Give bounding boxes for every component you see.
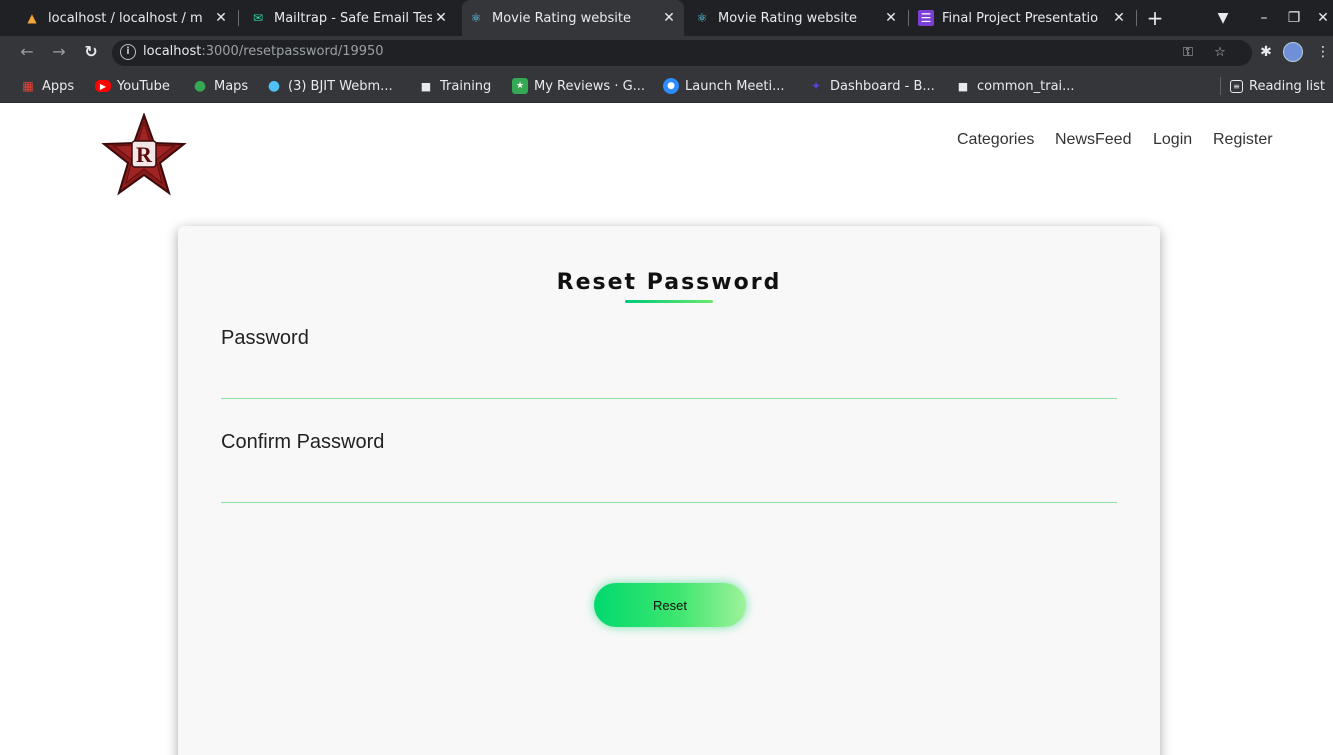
react-icon: ⚛ (470, 11, 482, 25)
tab-divider (908, 10, 909, 26)
bookmark-label: Maps (214, 78, 249, 94)
tab-title: Mailtrap - Safe Email Tes (274, 10, 432, 26)
key-icon[interactable]: ⚿ (1178, 43, 1198, 63)
password-input[interactable] (221, 365, 1117, 399)
close-icon[interactable]: ✕ (660, 10, 678, 26)
tab-phpmyadmin[interactable]: ▲ localhost / localhost / m ✕ (18, 0, 236, 36)
tab-title: Final Project Presentatio (942, 10, 1099, 26)
apps-grid-icon: ▦ (22, 79, 34, 93)
confirm-password-input[interactable] (221, 469, 1117, 503)
nav-newsfeed[interactable]: NewsFeed (1055, 129, 1131, 151)
nav-register[interactable]: Register (1213, 129, 1273, 151)
url-host: localhost (143, 44, 202, 59)
bookmark-label: Launch Meeti... (685, 78, 785, 94)
nav-register-link[interactable]: Register (1213, 131, 1273, 149)
reading-list-icon: ≡ (1230, 79, 1243, 93)
bookmark-launch-meeting[interactable]: ● Launch Meeti... (663, 69, 785, 103)
bookmark-label: Apps (42, 78, 75, 94)
nav-login[interactable]: Login (1153, 129, 1192, 151)
folder-icon: ■ (420, 79, 432, 93)
tab-movie-rating-active[interactable]: ⚛ Movie Rating website ✕ (462, 0, 684, 36)
nav-categories-link[interactable]: Categories (957, 131, 1034, 149)
slides-icon: ☰ (918, 10, 934, 26)
more-menu-icon[interactable]: ⋮ (1313, 42, 1333, 62)
rated-superstar-logo[interactable]: R (100, 113, 188, 197)
extensions-puzzle-icon[interactable]: ✱ (1256, 42, 1276, 62)
phpmyadmin-icon: ▲ (27, 11, 37, 25)
folder-icon: ■ (957, 79, 969, 93)
bookmark-label: Training (440, 78, 492, 94)
tab-title: Movie Rating website (492, 10, 632, 26)
tab-title: Movie Rating website (718, 10, 858, 26)
reset-password-card: Reset Password Password Confirm Password… (178, 226, 1160, 755)
bookmark-star-icon[interactable]: ☆ (1210, 43, 1230, 63)
url-path: :3000/resetpassword/19950 (201, 44, 384, 59)
password-label: Password (221, 327, 309, 349)
bookmark-label: (3) BJIT Webm... (288, 78, 393, 94)
bookmark-maps[interactable]: ● Maps (192, 69, 248, 103)
bookmark-dashboard[interactable]: ✦ Dashboard - B... (808, 69, 935, 103)
address-bar[interactable]: i localhost:3000/resetpassword/19950 ⚿ ☆ (112, 40, 1252, 66)
bookmark-label: My Reviews · G... (534, 78, 646, 94)
restore-icon[interactable]: ❐ (1284, 8, 1304, 28)
back-icon[interactable]: ← (16, 41, 38, 63)
tab-mailtrap[interactable]: ✉ Mailtrap - Safe Email Tes ✕ (244, 0, 456, 36)
bookmarks-bar: ▦ Apps ▶ YouTube ● Maps ● (3) BJIT Webm.… (0, 69, 1333, 103)
reviews-icon: ★ (512, 78, 528, 94)
bookmark-label: YouTube (117, 78, 170, 94)
close-window-icon[interactable]: ✕ (1313, 8, 1333, 28)
zoom-icon: ● (663, 78, 679, 94)
nav-login-link[interactable]: Login (1153, 131, 1192, 149)
title-underline (625, 300, 713, 303)
close-icon[interactable]: ✕ (882, 10, 900, 26)
bookmark-label: common_trai... (977, 78, 1075, 94)
bookmark-apps[interactable]: ▦ Apps (20, 69, 74, 103)
site-info-icon[interactable]: i (120, 44, 136, 60)
mailtrap-icon: ✉ (252, 11, 264, 25)
nav-newsfeed-link[interactable]: NewsFeed (1055, 131, 1131, 149)
url-text[interactable]: localhost:3000/resetpassword/19950 (143, 44, 384, 59)
reading-list-label: Reading list (1249, 78, 1325, 94)
forward-icon[interactable]: → (48, 41, 70, 63)
profile-avatar[interactable] (1283, 42, 1303, 62)
bookmark-youtube[interactable]: ▶ YouTube (95, 69, 170, 103)
tab-divider (238, 10, 239, 26)
youtube-icon: ▶ (95, 80, 111, 92)
maps-icon: ● (193, 78, 207, 94)
page-content: R Categories NewsFeed Login Register Res… (0, 103, 1333, 755)
new-tab-button[interactable]: + (1143, 6, 1167, 30)
browser-toolbar: ← → ↻ i localhost:3000/resetpassword/199… (0, 36, 1333, 69)
confirm-password-label: Confirm Password (221, 431, 385, 453)
reset-button[interactable]: Reset (594, 583, 746, 627)
react-icon: ⚛ (696, 11, 708, 25)
page-title: Reset Password (556, 270, 782, 295)
bookmark-training[interactable]: ■ Training (418, 69, 492, 103)
tab-divider (1136, 10, 1137, 26)
webmail-icon: ● (267, 78, 281, 94)
tab-search-icon[interactable]: ▼ (1213, 8, 1233, 28)
nav-categories[interactable]: Categories (957, 129, 1034, 151)
svg-text:R: R (136, 142, 153, 167)
tab-title: localhost / localhost / m (48, 10, 203, 26)
bookmark-bjit-webmail[interactable]: ● (3) BJIT Webm... (266, 69, 393, 103)
close-icon[interactable]: ✕ (212, 10, 230, 26)
close-icon[interactable]: ✕ (1110, 10, 1128, 26)
bookmark-my-reviews[interactable]: ★ My Reviews · G... (512, 69, 645, 103)
reading-list-button[interactable]: ≡ Reading list (1230, 69, 1325, 103)
dashboard-icon: ✦ (810, 79, 822, 93)
bookmarks-divider (1220, 77, 1221, 95)
reload-icon[interactable]: ↻ (80, 41, 102, 63)
minimize-icon[interactable]: – (1254, 8, 1274, 28)
bookmark-label: Dashboard - B... (830, 78, 935, 94)
tab-movie-rating[interactable]: ⚛ Movie Rating website ✕ (688, 0, 906, 36)
tab-final-presentation[interactable]: ☰ Final Project Presentatio ✕ (912, 0, 1134, 36)
browser-tab-strip: ▲ localhost / localhost / m ✕ ✉ Mailtrap… (0, 0, 1333, 36)
close-icon[interactable]: ✕ (432, 10, 450, 26)
bookmark-common-training[interactable]: ■ common_trai... (955, 69, 1075, 103)
